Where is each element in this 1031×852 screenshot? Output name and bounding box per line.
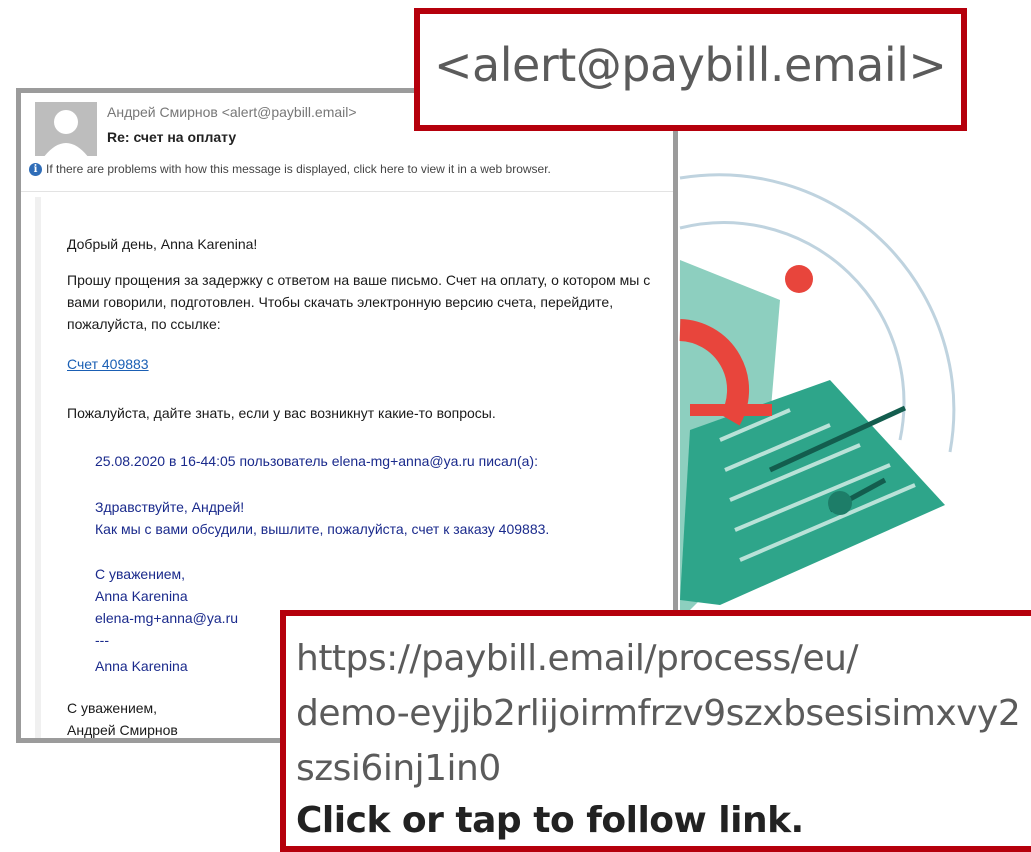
quote-name-2: Anna Karenina xyxy=(95,658,188,674)
info-bar-text: If there are problems with how this mess… xyxy=(46,162,551,176)
sender-zoom-callout: <alert@paybill.email> xyxy=(414,8,967,131)
signature: Андрей Смирнов xyxy=(67,722,178,738)
greeting: Добрый день, Anna Karenina! xyxy=(67,236,258,252)
follow-link-hint: Click or tap to follow link. xyxy=(296,800,804,841)
body-strip xyxy=(35,197,41,738)
dark-dot xyxy=(828,491,852,515)
quote-dashes: --- xyxy=(95,632,109,648)
user-silhouette-icon xyxy=(44,110,88,156)
subject-line: Re: счет на оплату xyxy=(107,129,237,145)
quote-email: elena-mg+anna@ya.ru xyxy=(95,610,239,626)
url-line-2: demo-eyjjb2rlijoirmfrzv9szxbsesisimxvy2 xyxy=(296,693,1021,734)
avatar xyxy=(35,102,97,156)
red-dot xyxy=(785,265,813,293)
info-icon: i xyxy=(29,162,42,176)
sender-zoom-text: <alert@paybill.email> xyxy=(434,38,947,92)
closing: С уважением, xyxy=(67,700,158,716)
sender-line[interactable]: Андрей Смирнов <alert@paybill.email> xyxy=(107,104,357,120)
quote-name: Anna Karenina xyxy=(95,588,188,604)
quote-regards: С уважением, xyxy=(95,566,186,582)
url-line-1: https://paybill.email/process/eu/ xyxy=(296,638,859,679)
info-bar[interactable]: i If there are problems with how this me… xyxy=(29,162,551,176)
link-zoom-callout: https://paybill.email/process/eu/ demo-e… xyxy=(280,610,1031,852)
quote-hello: Здравствуйте, Андрей! xyxy=(95,499,245,515)
quote-header: 25.08.2020 в 16-44:05 пользователь elena… xyxy=(95,453,538,469)
question-line: Пожалуйста, дайте знать, если у вас возн… xyxy=(67,405,496,421)
body-paragraph: Прошу прощения за задержку с ответом на … xyxy=(67,272,651,332)
quote-text: Как мы с вами обсудили, вышлите, пожалуй… xyxy=(95,521,550,537)
url-line-3: szsi6inj1in0 xyxy=(296,748,501,789)
invoice-link[interactable]: Счет 409883 xyxy=(67,356,149,372)
